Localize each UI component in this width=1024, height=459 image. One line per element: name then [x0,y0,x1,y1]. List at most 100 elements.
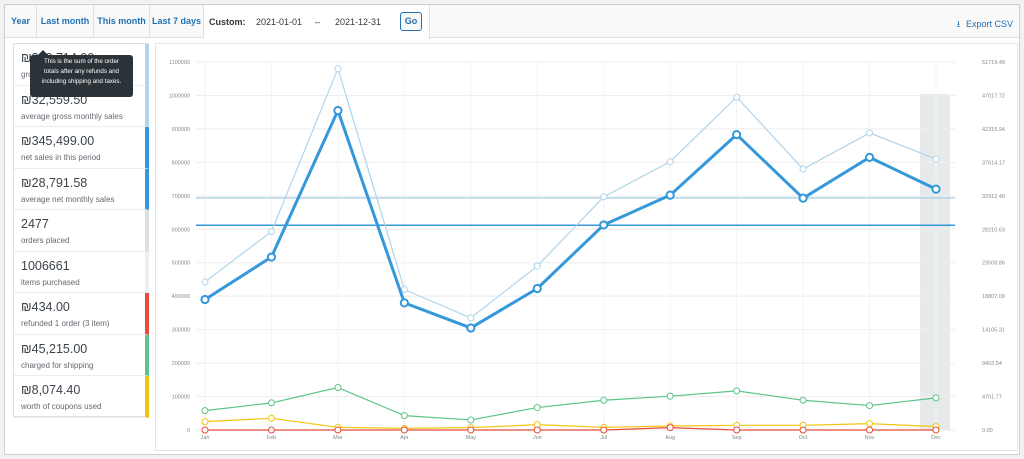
report-toolbar: Year Last month This month Last 7 days C… [5,5,1019,39]
legend-item[interactable]: 2477 orders placed [14,210,149,252]
go-button[interactable]: Go [400,12,422,31]
download-arrow-icon: ⭳ [956,19,960,29]
refunds-series-line [205,427,936,431]
shipping-point [799,396,807,404]
net-point [399,298,409,308]
y-tick-label: 600000 [172,227,190,233]
y2-tick-label: 42315.94 [982,127,1005,133]
gross-point [866,129,874,137]
y-tick-label: 400000 [172,294,190,300]
sales-chart-svg: 0 0.00 100000 4701.77 200000 9403.54 300000 141… [169,60,1005,441]
net-point [466,323,476,333]
net-point [333,105,343,116]
refunds-point [201,426,209,434]
y2-tick-label: 18807.09 [982,294,1005,300]
tab-this-month[interactable]: This month [94,5,150,38]
gross-point [932,155,940,163]
custom-range: Custom: 2021-01-01 – 2021-12-31 Go [204,5,430,39]
y-tick-label: 1000000 [169,93,190,99]
y2-tick-label: 28210.63 [982,227,1005,233]
tab-last-month[interactable]: Last month [37,5,94,38]
tooltip-line: totals after any refunds and [44,68,119,75]
legend-value: 1006661 [21,258,70,273]
coupons-series-line [204,417,937,429]
tab-last-7-days[interactable]: Last 7 days [150,5,204,38]
y-tick-label: 500000 [172,261,190,267]
refunds-point [533,426,541,434]
sales-report: Year Last month This month Last 7 days C… [4,4,1020,455]
shipping-point [866,402,874,410]
export-csv-label: Export CSV [965,19,1013,29]
coupons-point [267,414,275,422]
refunds-point [932,426,940,434]
y2-tick-label: 23508.86 [982,261,1005,267]
refunds-point [267,426,275,434]
legend-item[interactable]: ₪28,791.58 average net monthly sales [14,168,149,210]
legend-desc: average gross monthly sales [21,111,123,121]
y2-tick-label: 14105.31 [982,328,1005,334]
y-tick-label: 700000 [172,194,190,200]
tab-year[interactable]: Year [5,5,37,38]
y2-tick-label: 32912.40 [982,194,1005,200]
x-tick-label: Oct [799,435,808,441]
legend-desc: items purchased [21,277,80,287]
x-tick-label: Dec [931,435,941,441]
legend-desc: orders placed [21,236,70,245]
coupons-point [866,420,874,428]
sales-chart: 0 0.00 100000 4701.77 200000 9403.54 300000 141… [155,43,1018,451]
net-point [599,220,609,230]
custom-label: Custom: [209,17,246,27]
y-tick-label: 0 [187,428,190,434]
y-tick-label: 900000 [172,127,190,133]
refunds-point [600,426,608,434]
refunds-point [799,426,807,434]
x-tick-label: Sep [732,435,742,441]
gross-point [201,278,209,286]
y2-tick-label: 9403.54 [982,361,1002,367]
gross-point [799,165,807,173]
shipping-point [334,384,342,392]
tooltip: This is the sum of the order totals afte… [30,50,133,97]
shipping-point [400,412,408,420]
y2-tick-label: 0.00 [982,428,993,434]
gross-point [400,285,408,293]
net-point [665,190,675,200]
y-tick-label: 100000 [172,395,190,401]
y-tick-label: 1100000 [169,60,190,66]
chart-legend: ₪390,714.00gross sales in this period₪32… [13,43,149,418]
coupons-point [201,418,209,426]
x-tick-label: Mar [333,435,343,441]
gross-point [334,65,342,73]
shipping-series-line [204,386,937,421]
legend-desc: average net monthly sales [21,194,115,204]
tooltip-line: This is the sum of the order [44,58,119,65]
net-point [798,193,808,203]
legend-item[interactable]: ₪45,215.00 charged for shipping [14,334,149,376]
legend-value: ₪345,499.00 [21,134,95,148]
export-csv-link[interactable]: ⭳ Export CSV [957,17,1013,33]
refunds-point [400,426,408,434]
date-to-input[interactable]: 2021-12-31 [335,17,381,27]
shipping-point [932,394,940,402]
legend-value: ₪8,074.40 [21,383,81,397]
gross-point [533,262,541,270]
x-tick-label: May [466,435,477,441]
date-from-input[interactable]: 2021-01-01 [256,17,302,27]
x-tick-label: Aug [665,435,675,441]
legend-value: ₪28,791.58 [21,175,88,190]
shipping-point [666,392,674,400]
legend-desc: worth of coupons used [21,402,102,411]
legend-item[interactable]: 1006661 items purchased [14,251,149,293]
refunds-point [467,426,475,434]
x-tick-label: Jul [600,435,607,441]
legend-desc: net sales in this period [21,153,101,162]
net-point [864,152,875,162]
net-point [200,294,210,305]
legend-item[interactable]: ₪8,074.40 worth of coupons used [14,376,149,418]
y2-tick-label: 37614.17 [982,160,1005,166]
refunds-point [733,426,741,434]
x-tick-label: Jan [201,435,210,441]
legend-item[interactable]: ₪434.00 refunded 1 order (3 item) [14,293,149,335]
y-tick-label: 800000 [172,160,190,166]
legend-item[interactable]: ₪345,499.00 net sales in this period [14,127,149,169]
